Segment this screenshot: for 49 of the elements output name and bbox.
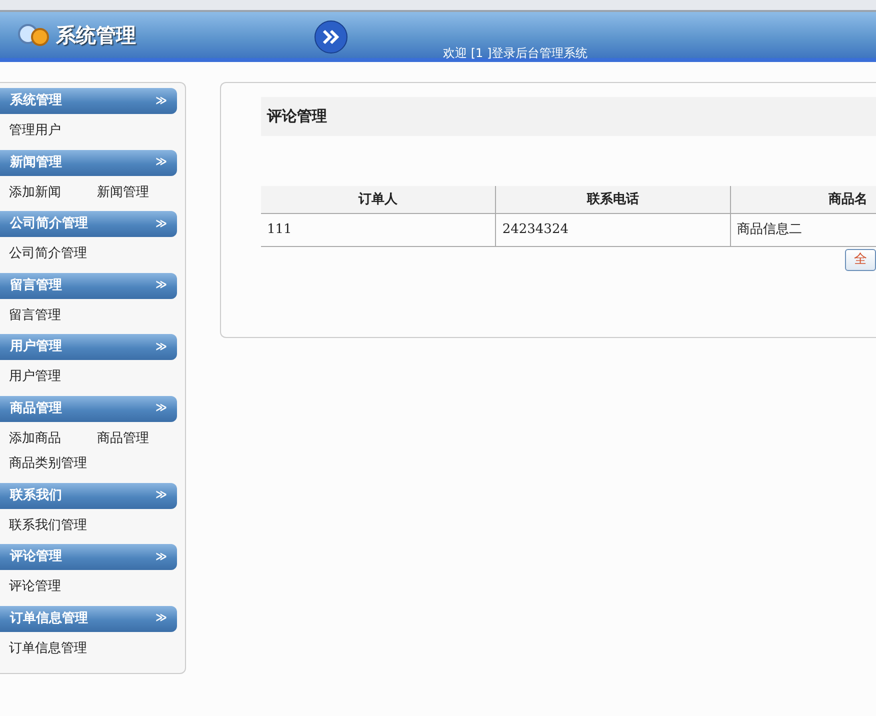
sidebar-link[interactable]: 商品管理 — [88, 426, 176, 451]
expand-toggle[interactable]: ≫ — [155, 92, 167, 110]
section-header[interactable]: 联系我们 ≫ — [0, 482, 177, 508]
section-title: 公司简介管理 — [10, 215, 88, 234]
section-title: 留言管理 — [10, 276, 62, 295]
section-header[interactable]: 系统管理 ≫ — [0, 88, 177, 114]
sidebar-link[interactable]: 评论管理 — [0, 574, 88, 600]
sidebar-link[interactable]: 添加商品 — [0, 426, 88, 451]
section-header[interactable]: 评论管理 ≫ — [0, 544, 177, 570]
section-title: 商品管理 — [10, 400, 62, 418]
expand-toggle[interactable]: ≫ — [155, 338, 167, 356]
section-title: 用户管理 — [10, 338, 62, 356]
section-header[interactable]: 商品管理 ≫ — [0, 396, 177, 422]
section-header[interactable]: 用户管理 ≫ — [0, 334, 177, 360]
expand-toggle[interactable]: ≫ — [155, 610, 167, 627]
column-header: 联系电话 — [496, 186, 731, 214]
expand-toggle[interactable]: ≫ — [155, 216, 167, 232]
table-cell: 24234324 — [496, 214, 731, 246]
double-chevron-icon[interactable] — [314, 20, 348, 54]
sidebar-link[interactable]: 添加新闻 — [0, 180, 88, 205]
expand-toggle[interactable]: ≫ — [155, 548, 167, 566]
column-header: 商品名 — [730, 186, 876, 214]
sidebar-link[interactable]: 管理用户 — [0, 118, 88, 144]
expand-toggle[interactable]: ≫ — [155, 277, 167, 294]
section-title: 订单信息管理 — [10, 610, 88, 628]
section-title: 评论管理 — [10, 548, 62, 566]
section-header[interactable]: 留言管理 ≫ — [0, 272, 177, 298]
sidebar-link[interactable]: 用户管理 — [0, 364, 88, 390]
panel-title: 评论管理 — [261, 97, 876, 136]
sidebar-link[interactable]: 公司简介管理 — [0, 241, 88, 266]
section-header[interactable]: 订单信息管理 ≫ — [0, 606, 177, 632]
sidebar-link[interactable]: 商品类别管理 — [0, 451, 88, 476]
sidebar-link[interactable]: 联系我们管理 — [0, 512, 88, 538]
welcome-text: 欢迎 [1 ]登录后台管理系统 — [443, 45, 588, 62]
section-title: 系统管理 — [10, 92, 62, 110]
column-header: 订单人 — [261, 186, 496, 214]
table-cell: 111 — [261, 214, 496, 246]
section-header[interactable]: 公司简介管理 ≫ — [0, 211, 177, 237]
expand-toggle[interactable]: ≫ — [155, 487, 167, 504]
sidebar-link[interactable]: 订单信息管理 — [0, 636, 88, 661]
expand-toggle[interactable]: ≫ — [155, 154, 167, 171]
sidebar-link[interactable]: 新闻管理 — [88, 180, 176, 205]
header-title: 系统管理 — [56, 22, 136, 49]
section-header[interactable]: 新闻管理 ≫ — [0, 150, 177, 176]
select-all-button[interactable]: 全 — [845, 249, 876, 270]
expand-toggle[interactable]: ≫ — [155, 400, 167, 417]
sidebar-link[interactable]: 留言管理 — [0, 302, 88, 328]
section-title: 新闻管理 — [10, 154, 62, 172]
section-title: 联系我们 — [10, 486, 62, 505]
